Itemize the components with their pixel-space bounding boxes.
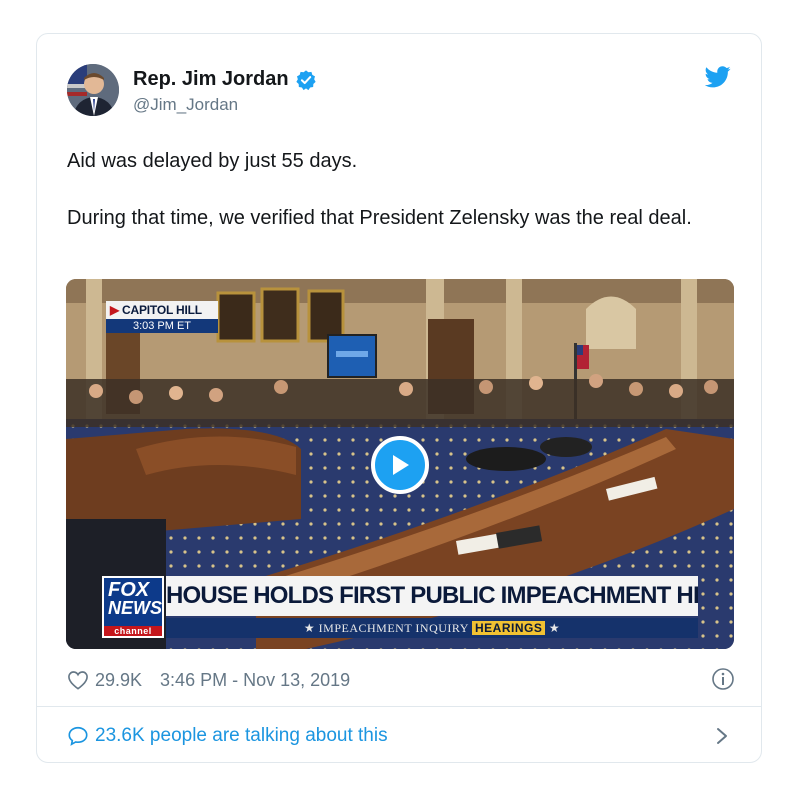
conversation-link[interactable]: 23.6K people are talking about this (67, 722, 735, 750)
ticker-highlight: HEARINGS (472, 621, 546, 635)
tweet-card[interactable]: Rep. Jim Jordan @Jim_Jordan Aid was dela… (36, 33, 762, 763)
video-player[interactable]: ▶ CAPITOL HILL 3:03 PM ET FOX NEWS channe… (66, 279, 734, 649)
divider (37, 706, 761, 707)
video-ticker: ★ IMPEACHMENT INQUIRY HEARINGS ★ (166, 618, 698, 638)
info-icon[interactable] (711, 667, 735, 691)
like-count[interactable]: 29.9K (95, 670, 142, 691)
author-handle[interactable]: @Jim_Jordan (133, 95, 317, 115)
logo-line-news: NEWS (108, 598, 162, 618)
conversation-text[interactable]: 23.6K people are talking about this (95, 725, 388, 747)
play-triangle-icon: ▶ (110, 303, 120, 317)
logo-line-fox: FOX (108, 579, 150, 601)
reply-bubble-icon (68, 726, 88, 746)
logo-line-channel: channel (104, 626, 162, 636)
location-tag: ▶ CAPITOL HILL 3:03 PM ET (106, 301, 218, 333)
ticker-prefix: ★ IMPEACHMENT INQUIRY (303, 621, 469, 635)
verified-badge-icon (295, 69, 316, 90)
avatar-photo (67, 64, 119, 116)
chevron-right-icon[interactable] (715, 726, 729, 746)
heart-icon[interactable] (67, 670, 89, 690)
location-label: CAPITOL HILL (122, 303, 202, 317)
tweet-paragraph: During that time, we verified that Presi… (67, 207, 692, 229)
time-label: 3:03 PM ET (106, 319, 218, 333)
video-headline: HOUSE HOLDS FIRST PUBLIC IMPEACHMENT HEA… (166, 576, 698, 616)
play-button[interactable] (371, 436, 429, 494)
twitter-bird-icon[interactable] (705, 66, 731, 88)
ticker-suffix: ★ (548, 621, 561, 635)
author-display-name[interactable]: Rep. Jim Jordan (133, 68, 289, 91)
author-info[interactable]: Rep. Jim Jordan @Jim_Jordan (133, 68, 317, 115)
fox-news-logo: FOX NEWS channel (102, 576, 164, 638)
tweet-meta: 29.9K 3:46 PM - Nov 13, 2019 (67, 667, 735, 693)
tweet-timestamp[interactable]: 3:46 PM - Nov 13, 2019 (160, 670, 350, 691)
play-icon (393, 455, 409, 475)
tweet-paragraph: Aid was delayed by just 55 days. (67, 150, 358, 172)
avatar[interactable] (67, 64, 119, 116)
tweet-text: Aid was delayed by just 55 days. During … (67, 146, 737, 234)
